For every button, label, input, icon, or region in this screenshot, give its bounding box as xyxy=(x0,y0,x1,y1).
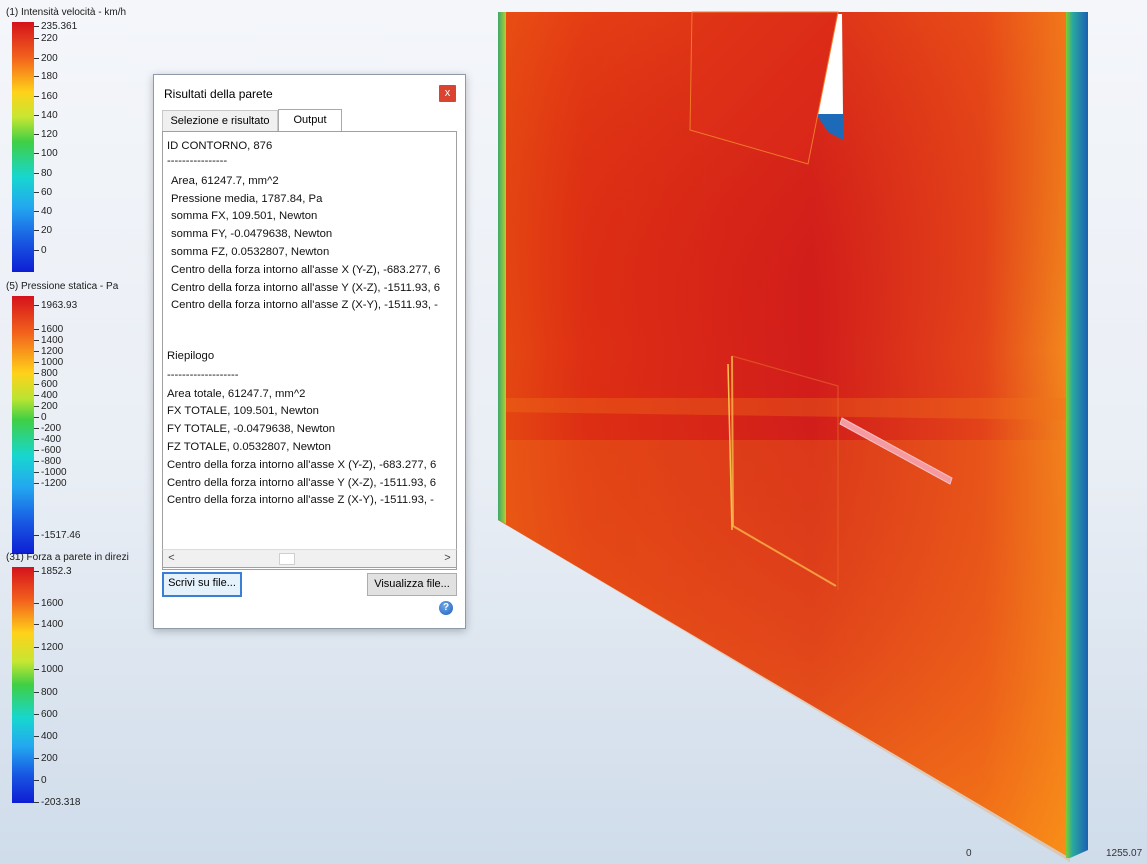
help-icon[interactable]: ? xyxy=(439,601,453,615)
color-scale xyxy=(12,296,34,554)
legend-tick: 400 xyxy=(34,391,58,401)
legend-tick: 200 xyxy=(34,754,58,764)
legend-tick: 800 xyxy=(34,688,58,698)
legend-tick: 200 xyxy=(34,54,58,64)
legend-title: (31) Forza a parete in direzi xyxy=(6,552,129,563)
write-to-file-button[interactable]: Scrivi su file... xyxy=(162,572,242,597)
horizontal-scrollbar[interactable]: < > xyxy=(162,549,457,568)
axis-label-end: 1255.07 xyxy=(1106,848,1143,859)
legend-tick: 1963.93 xyxy=(34,301,77,311)
legend-tick: -1200 xyxy=(34,479,67,489)
output-line: Area totale, 61247.7, mm^2 xyxy=(167,388,306,400)
legend-tick: 800 xyxy=(34,369,58,379)
legend-tick: 600 xyxy=(34,710,58,720)
legend-tick: 0 xyxy=(34,246,47,256)
view-file-button[interactable]: Visualizza file... xyxy=(367,573,457,596)
legend-tick: 0 xyxy=(34,776,47,786)
output-line: Centro della forza intorno all'asse Z (X… xyxy=(171,299,438,311)
color-scale xyxy=(12,567,34,803)
legend-title: (5) Pressione statica - Pa xyxy=(6,281,119,292)
legend-tick: 200 xyxy=(34,402,58,412)
close-button[interactable]: x xyxy=(439,85,456,102)
legend-tick: 220 xyxy=(34,34,58,44)
legend-tick: 60 xyxy=(34,188,52,198)
output-line: ------------------- xyxy=(167,369,239,381)
output-line: Centro della forza intorno all'asse Y (X… xyxy=(167,477,437,489)
tab-selection-result[interactable]: Selezione e risultato xyxy=(162,110,278,131)
legend-tick: 1852.3 xyxy=(34,567,72,577)
output-line: Centro della forza intorno all'asse Z (X… xyxy=(167,494,434,506)
wall-band-lower xyxy=(498,440,1070,862)
legend-tick: -203.318 xyxy=(34,798,80,808)
legend-tick: 1600 xyxy=(34,599,63,609)
legend-tick: 100 xyxy=(34,149,58,159)
legend-tick: -1000 xyxy=(34,468,67,478)
legend-tick: 120 xyxy=(34,130,58,140)
output-line: Pressione media, 1787.84, Pa xyxy=(171,193,323,205)
legend-tick: -400 xyxy=(34,435,61,445)
legend-tick: 1000 xyxy=(34,358,63,368)
axis-label-zero: 0 xyxy=(966,848,972,859)
output-line: FX TOTALE, 109.501, Newton xyxy=(167,405,319,417)
wall-results-dialog: Risultati della parete x Selezione e ris… xyxy=(153,74,466,629)
scroll-left-icon[interactable]: < xyxy=(163,550,180,567)
legend-tick: 1200 xyxy=(34,347,63,357)
output-line: Area, 61247.7, mm^2 xyxy=(171,175,279,187)
output-line: ---------------- xyxy=(167,155,228,167)
wall-right-edge xyxy=(1066,12,1088,858)
output-line: ID CONTORNO, 876 xyxy=(167,140,273,152)
legend-tick: -600 xyxy=(34,446,61,456)
legend-tick: 1400 xyxy=(34,620,63,630)
output-line: Centro della forza intorno all'asse Y (X… xyxy=(171,282,441,294)
legend-title: (1) Intensità velocità - km/h xyxy=(6,7,127,18)
output-line: Centro della forza intorno all'asse X (Y… xyxy=(167,459,437,471)
legend-tick: -800 xyxy=(34,457,61,467)
legend-tick: 400 xyxy=(34,732,58,742)
legend-tick: -200 xyxy=(34,424,61,434)
legend-tick: 40 xyxy=(34,207,52,217)
output-line: Centro della forza intorno all'asse X (Y… xyxy=(171,264,441,276)
legend-tick: 1000 xyxy=(34,665,63,675)
output-line: somma FY, -0.0479638, Newton xyxy=(171,228,333,240)
tab-output[interactable]: Output xyxy=(278,109,342,132)
scroll-thumb[interactable] xyxy=(279,553,295,565)
legend-tick: 180 xyxy=(34,72,58,82)
scroll-right-icon[interactable]: > xyxy=(439,550,456,567)
output-line: FZ TOTALE, 0.0532807, Newton xyxy=(167,441,331,453)
wall-left-edge xyxy=(498,12,506,524)
output-line: Riepilogo xyxy=(167,350,215,362)
legend-tick: 1600 xyxy=(34,325,63,335)
legend-tick: 235.361 xyxy=(34,22,77,32)
output-text-area[interactable]: ID CONTORNO, 876 ---------------- Area, … xyxy=(162,131,457,570)
dialog-title: Risultati della parete xyxy=(164,87,273,101)
legend-tick: 20 xyxy=(34,226,52,236)
output-line: somma FX, 109.501, Newton xyxy=(171,210,318,222)
color-scale xyxy=(12,22,34,272)
legend-tick: 160 xyxy=(34,92,58,102)
legend-tick: -1517.46 xyxy=(34,531,80,541)
legend-tick: 80 xyxy=(34,169,52,179)
legend-tick: 140 xyxy=(34,111,58,121)
legend-tick: 1200 xyxy=(34,643,63,653)
legend-tick: 1400 xyxy=(34,336,63,346)
legend-tick: 0 xyxy=(34,413,47,423)
legend-tick: 600 xyxy=(34,380,58,390)
output-line: somma FZ, 0.0532807, Newton xyxy=(171,246,330,258)
output-line: FY TOTALE, -0.0479638, Newton xyxy=(167,423,336,435)
